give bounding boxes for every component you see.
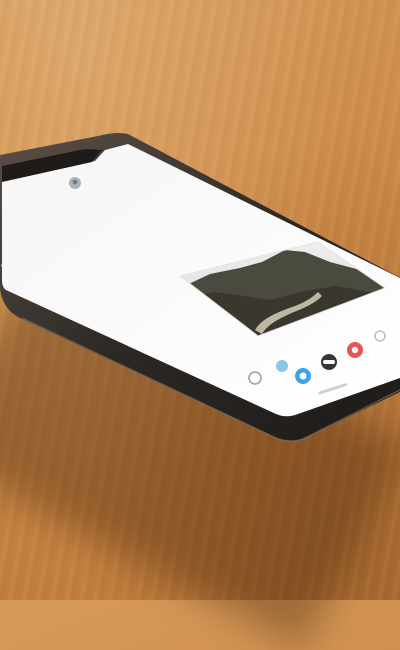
contact-avatar-icon-inner bbox=[72, 179, 78, 185]
app-store-icon[interactable] bbox=[276, 360, 288, 372]
photos-icon-inner bbox=[299, 372, 307, 380]
photo-scene bbox=[0, 132, 400, 442]
heart-icon-inner bbox=[351, 346, 359, 354]
memoji-icon-face bbox=[323, 360, 335, 364]
